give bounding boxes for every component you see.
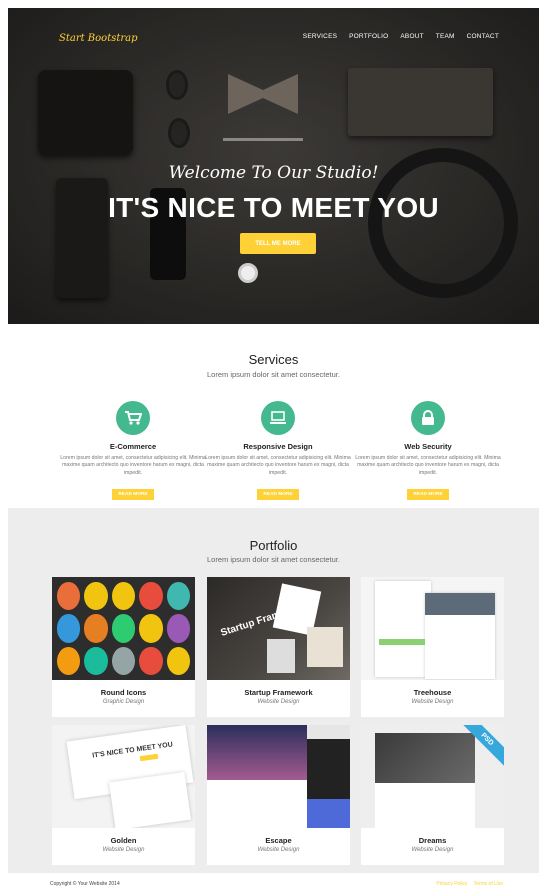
services-title: Services bbox=[248, 352, 299, 367]
service-title: E-Commerce bbox=[109, 442, 157, 451]
portfolio-item-title: Escape bbox=[265, 836, 292, 845]
portfolio-item-title: Golden bbox=[110, 836, 137, 845]
portfolio-thumbnail: PSD bbox=[361, 725, 504, 828]
portfolio-item-startup-framework[interactable]: Startup Framework Startup Framework Webs… bbox=[207, 577, 350, 717]
hero-headline: IT'S NICE TO MEET YOU bbox=[108, 192, 439, 223]
hero-section: Start Bootstrap SERVICES PORTFOLIO ABOUT… bbox=[8, 8, 539, 324]
portfolio-item-title: Dreams bbox=[418, 836, 447, 845]
portfolio-item-category: Graphic Design bbox=[102, 699, 145, 705]
portfolio-item-category: Website Design bbox=[257, 847, 300, 853]
copyright-text: Copyright © Your Website 2014 bbox=[50, 881, 120, 887]
portfolio-thumbnail bbox=[52, 577, 195, 680]
portfolio-item-category: Website Design bbox=[257, 699, 300, 705]
sunglasses-image bbox=[168, 118, 190, 148]
service-text: Lorem ipsum dolor sit amet, consectetur … bbox=[60, 455, 206, 476]
lock-icon bbox=[411, 401, 445, 435]
bowtie-image bbox=[228, 74, 298, 114]
portfolio-item-title: Round Icons bbox=[100, 688, 147, 697]
portfolio-item-dreams[interactable]: PSD Dreams Website Design bbox=[361, 725, 504, 865]
notebook-image bbox=[348, 68, 493, 136]
nav-about[interactable]: ABOUT bbox=[400, 33, 423, 40]
nav-services[interactable]: SERVICES bbox=[303, 33, 337, 40]
nav-portfolio[interactable]: PORTFOLIO bbox=[349, 33, 388, 40]
portfolio-item-category: Website Design bbox=[411, 847, 454, 853]
portfolio-item-category: Website Design bbox=[411, 699, 454, 705]
service-title: Responsive Design bbox=[243, 442, 313, 451]
read-more-button[interactable]: READ MORE bbox=[112, 488, 154, 500]
portfolio-thumbnail: IT'S NICE TO MEET YOU bbox=[52, 725, 195, 828]
portfolio-section: Portfolio Lorem ipsum dolor sit amet con… bbox=[8, 508, 539, 873]
service-text: Lorem ipsum dolor sit amet, consectetur … bbox=[205, 455, 351, 476]
shopping-cart-icon bbox=[116, 401, 150, 435]
nav-team[interactable]: TEAM bbox=[436, 33, 455, 40]
portfolio-title: Portfolio bbox=[249, 538, 298, 553]
services-section: Services Lorem ipsum dolor sit amet cons… bbox=[8, 324, 539, 508]
read-more-button[interactable]: READ MORE bbox=[257, 488, 299, 500]
portfolio-thumbnail bbox=[207, 725, 350, 828]
footer: Copyright © Your Website 2014 Privacy Po… bbox=[8, 873, 539, 895]
terms-of-use-link[interactable]: Terms of Use bbox=[474, 881, 503, 887]
portfolio-item-golden[interactable]: IT'S NICE TO MEET YOU Golden Website Des… bbox=[52, 725, 195, 865]
portfolio-subtitle: Lorem ipsum dolor sit amet consectetur. bbox=[207, 555, 340, 564]
hero-welcome: Welcome To Our Studio! bbox=[168, 163, 379, 183]
read-more-button[interactable]: READ MORE bbox=[407, 488, 449, 500]
service-title: Web Security bbox=[404, 442, 452, 451]
portfolio-item-title: Startup Framework bbox=[244, 688, 313, 697]
brand-logo[interactable]: Start Bootstrap bbox=[59, 33, 138, 44]
pen-image bbox=[223, 138, 303, 141]
portfolio-thumbnail: Startup Framework bbox=[207, 577, 350, 680]
portfolio-item-title: Treehouse bbox=[413, 688, 452, 697]
sunglasses-image bbox=[166, 70, 188, 100]
service-responsive-design: Responsive Design Lorem ipsum dolor sit … bbox=[203, 401, 353, 500]
page: Start Bootstrap SERVICES PORTFOLIO ABOUT… bbox=[8, 8, 539, 895]
footer-links: Privacy Policy Terms of Use bbox=[436, 881, 503, 887]
privacy-policy-link[interactable]: Privacy Policy bbox=[436, 881, 467, 887]
laptop-icon bbox=[261, 401, 295, 435]
watch-image bbox=[238, 263, 258, 283]
services-subtitle: Lorem ipsum dolor sit amet consectetur. bbox=[207, 370, 340, 379]
service-ecommerce: E-Commerce Lorem ipsum dolor sit amet, c… bbox=[58, 401, 208, 500]
portfolio-item-category: Website Design bbox=[102, 847, 145, 853]
portfolio-item-treehouse[interactable]: Treehouse Website Design bbox=[361, 577, 504, 717]
wallet-image bbox=[38, 70, 133, 155]
portfolio-item-round-icons[interactable]: Round Icons Graphic Design bbox=[52, 577, 195, 717]
tell-me-more-button[interactable]: TELL ME MORE bbox=[240, 233, 316, 254]
main-nav: SERVICES PORTFOLIO ABOUT TEAM CONTACT bbox=[303, 33, 499, 40]
service-text: Lorem ipsum dolor sit amet, consectetur … bbox=[355, 455, 501, 476]
service-web-security: Web Security Lorem ipsum dolor sit amet,… bbox=[353, 401, 503, 500]
portfolio-item-escape[interactable]: Escape Website Design bbox=[207, 725, 350, 865]
nav-contact[interactable]: CONTACT bbox=[467, 33, 499, 40]
portfolio-thumbnail bbox=[361, 577, 504, 680]
